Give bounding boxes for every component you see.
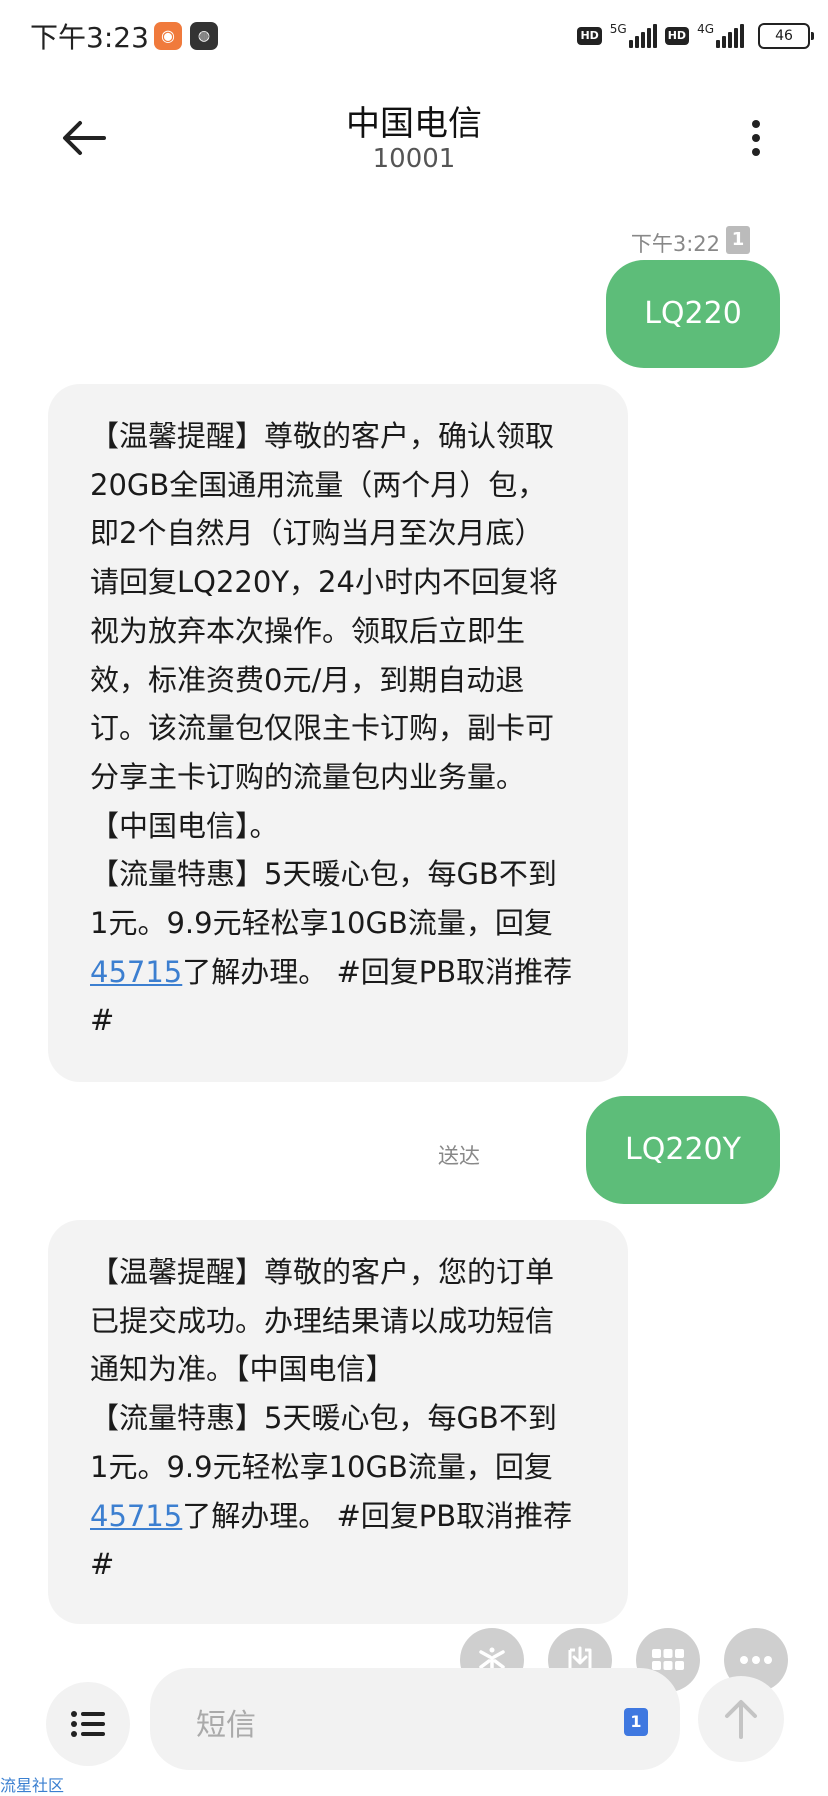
more-options-button[interactable] bbox=[744, 114, 768, 162]
ellipsis-icon bbox=[740, 1656, 772, 1664]
message-line: 即2个自然月（订购当月至次月底） bbox=[90, 516, 544, 551]
message-line: # bbox=[90, 1003, 115, 1038]
received-message-bubble[interactable]: 【温馨提醒】尊敬的客户，确认领取 20GB全国通用流量（两个月）包， 即2个自然… bbox=[48, 384, 628, 1082]
phone-number-link[interactable]: 45715 bbox=[90, 1499, 182, 1533]
message-line: 【温馨提醒】尊敬的客户，确认领取 bbox=[90, 419, 555, 453]
dot-icon bbox=[752, 148, 760, 156]
status-right: HD 5G HD 4G 46 bbox=[577, 20, 814, 52]
watermark: 流星社区 bbox=[0, 1776, 65, 1795]
contact-name: 中国电信 bbox=[346, 104, 482, 144]
message-line: 效，标准资费0元/月，到期自动退 bbox=[90, 662, 525, 697]
menu-button[interactable] bbox=[46, 1682, 130, 1766]
message-line: 通知为准。【中国电信】 bbox=[90, 1352, 395, 1387]
battery-icon: 46 bbox=[758, 23, 814, 49]
arrow-up-icon bbox=[725, 1700, 757, 1739]
status-bar: 下午3:23 ◉ ◍ HD 5G HD 4G 46 bbox=[0, 0, 828, 72]
conversation-header: 中国电信 10001 bbox=[0, 86, 828, 186]
shopping-app-icon: ◉ bbox=[154, 22, 182, 50]
message-line: 1元。9.9元轻松享10GB流量，回复 bbox=[90, 906, 553, 941]
received-message-bubble[interactable]: 【温馨提醒】尊敬的客户，您的订单 已提交成功。办理结果请以成功短信 通知为准。【… bbox=[48, 1220, 628, 1624]
message-line: 请回复LQ220Y，24小时内不回复将 bbox=[90, 565, 558, 600]
message-line: 45715了解办理。 #回复PB取消推荐 bbox=[90, 948, 588, 997]
sent-message-bubble[interactable]: LQ220Y bbox=[586, 1096, 780, 1204]
message-input[interactable]: 短信 1 bbox=[150, 1668, 680, 1770]
grid-icon bbox=[652, 1649, 684, 1670]
message-line: 【流量特惠】5天暖心包，每GB不到 bbox=[90, 1401, 557, 1436]
contact-number: 10001 bbox=[372, 144, 456, 174]
message-timestamp: 下午3:22 bbox=[630, 232, 720, 256]
hd-icon: HD bbox=[577, 27, 602, 45]
message-line: 45715了解办理。 #回复PB取消推荐 bbox=[90, 1492, 588, 1541]
dot-icon bbox=[752, 120, 760, 128]
message-text: 了解办理。 #回复PB取消推荐 bbox=[182, 954, 573, 989]
message-input-placeholder: 短信 bbox=[196, 1708, 256, 1743]
signal-icon bbox=[716, 24, 744, 48]
message-line: 分享主卡订购的流量包内业务量。 bbox=[90, 759, 526, 794]
send-button[interactable] bbox=[698, 1676, 784, 1762]
message-line: 订。该流量包仅限主卡订购，副卡可 bbox=[90, 711, 555, 746]
message-line: # bbox=[90, 1547, 115, 1582]
message-line: 视为放弃本次操作。领取后立即生 bbox=[90, 613, 526, 648]
hd-icon: HD bbox=[664, 27, 690, 45]
message-line: 1元。9.9元轻松享10GB流量，回复 bbox=[90, 1449, 553, 1484]
message-text: 了解办理。 #回复PB取消推荐 bbox=[182, 1498, 573, 1533]
list-icon bbox=[71, 1711, 105, 1737]
phone-number-link[interactable]: 45715 bbox=[90, 955, 182, 989]
message-line: 【中国电信】。 bbox=[90, 808, 279, 843]
delivery-status: 送达 bbox=[438, 1144, 480, 1168]
network-5g-label: 5G bbox=[609, 22, 627, 36]
message-line: 【温馨提醒】尊敬的客户，您的订单 bbox=[90, 1255, 555, 1289]
dot-icon bbox=[752, 134, 760, 142]
message-line: 已提交成功。办理结果请以成功短信 bbox=[90, 1303, 555, 1338]
message-line: 【流量特惠】5天暖心包，每GB不到 bbox=[90, 857, 557, 892]
message-line: 20GB全国通用流量（两个月）包， bbox=[90, 467, 547, 502]
signal-icon bbox=[628, 24, 657, 48]
sim-select-icon[interactable]: 1 bbox=[624, 1708, 648, 1736]
sent-message-bubble[interactable]: LQ220 bbox=[606, 260, 780, 368]
sim-card-icon: 1 bbox=[726, 226, 750, 254]
status-time: 下午3:23 bbox=[30, 21, 149, 54]
network-4g-label: 4G bbox=[697, 22, 714, 36]
vpn-app-icon: ◍ bbox=[190, 22, 218, 50]
